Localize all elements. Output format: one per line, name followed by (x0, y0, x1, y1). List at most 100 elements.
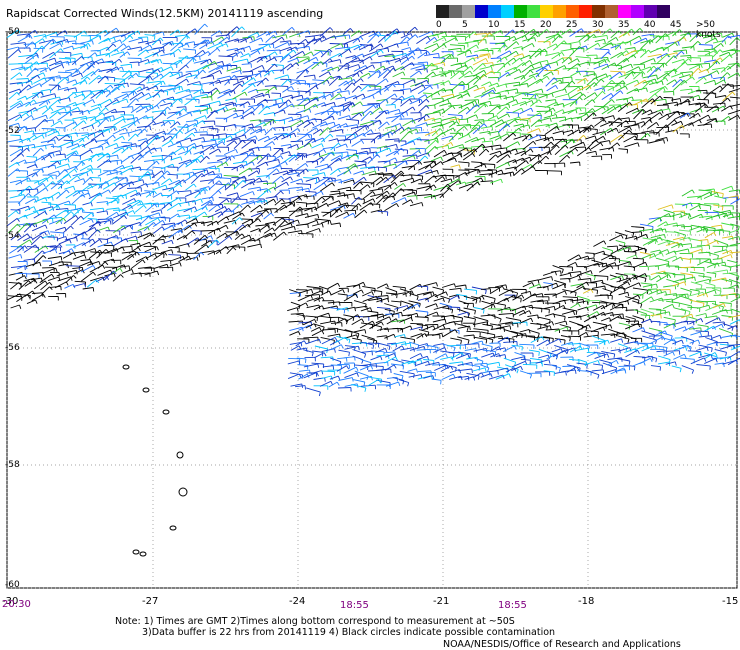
wind-barb (223, 112, 237, 120)
wind-barb (200, 125, 213, 129)
wind-barb-tick (345, 143, 348, 148)
wind-barb-tick (163, 136, 166, 141)
wind-barb (106, 170, 122, 176)
wind-barb (496, 154, 508, 164)
wind-barb (169, 213, 179, 220)
wind-barb-tick (493, 87, 497, 92)
wind-barb-tick (614, 257, 617, 262)
wind-barb-tick (413, 141, 416, 146)
wind-barb (202, 165, 216, 171)
wind-barb (584, 99, 593, 107)
wind-barb (175, 55, 188, 66)
wind-barb-tick (469, 70, 473, 75)
wind-barb-tick (691, 76, 695, 81)
wind-barb-tick (57, 205, 61, 210)
wind-barb (296, 183, 311, 185)
wind-barb (439, 187, 450, 199)
wind-barb-tick (49, 154, 53, 159)
wind-barb (329, 192, 345, 196)
wind-barb (625, 107, 638, 115)
wind-barb-tick (105, 248, 110, 253)
wind-barb-tick (661, 252, 664, 257)
wind-barb (335, 211, 348, 218)
wind-barb (168, 246, 180, 249)
wind-barb (566, 261, 576, 267)
wind-barb (47, 170, 59, 175)
wind-barb (33, 77, 45, 84)
wind-barb-tick (257, 50, 261, 55)
wind-barb-tick (582, 93, 587, 98)
wind-barb (32, 105, 46, 112)
wind-barb-tick (256, 32, 260, 37)
wind-barb-tick (252, 139, 256, 144)
wind-barb-tick (483, 86, 486, 91)
wind-barb-tick (162, 99, 166, 104)
wind-barb (97, 170, 110, 177)
wind-barb (113, 238, 127, 247)
wind-barb (174, 34, 187, 37)
wind-barb (111, 51, 124, 56)
wind-barb (591, 259, 604, 264)
wind-barb-tick (281, 97, 284, 103)
wind-barb-tick (691, 189, 695, 194)
wind-barb (722, 91, 733, 102)
wind-barb (615, 239, 626, 244)
wind-barb (536, 93, 548, 95)
wind-barb (353, 170, 363, 175)
wind-barb-tick (659, 112, 663, 117)
wind-barb (96, 210, 107, 214)
wind-barb-tick (265, 210, 270, 214)
wind-barb (32, 209, 46, 212)
wind-barb-tick (611, 79, 616, 84)
wind-barb-tick (119, 39, 123, 44)
wind-barb-tick (380, 43, 384, 48)
wind-barb (175, 243, 189, 248)
wind-barb (216, 75, 231, 80)
wind-barb-tick (253, 77, 257, 82)
wind-barb-tick (31, 115, 34, 120)
wind-barb (130, 231, 142, 234)
wind-barb (528, 134, 540, 141)
wind-barb (240, 234, 250, 240)
wind-barb (98, 238, 108, 240)
wind-barb-tick (140, 145, 142, 150)
wind-barb-tick (236, 230, 240, 236)
wind-barb (671, 58, 684, 64)
wind-barb-tick (45, 115, 48, 120)
wind-barb (521, 93, 536, 96)
wind-barb-tick (619, 84, 622, 89)
wind-barb (265, 34, 274, 43)
wind-barb (560, 48, 573, 52)
wind-barb-tick (44, 231, 47, 236)
wind-barb-tick (259, 204, 263, 209)
wind-barb (88, 193, 100, 204)
wind-barb (154, 238, 164, 242)
wind-barb-tick (552, 107, 556, 112)
wind-barb (80, 259, 91, 262)
wind-barb-tick (348, 115, 352, 120)
wind-barb (553, 40, 565, 51)
wind-barb-tick (602, 90, 606, 95)
wind-barb-tick (352, 179, 355, 184)
wind-barb-tick (17, 168, 21, 172)
wind-barb (7, 114, 21, 122)
wind-barb (319, 166, 331, 171)
wind-barb (151, 155, 163, 157)
wind-barb (489, 119, 503, 127)
wind-barb (322, 115, 333, 122)
wind-barb (111, 215, 125, 225)
wind-barb-tick (173, 52, 176, 58)
wind-barb (577, 77, 586, 84)
wind-barb-tick (259, 177, 263, 182)
wind-barb (207, 110, 216, 119)
wind-barb-tick (638, 124, 640, 129)
wind-barb-tick (501, 169, 504, 174)
wind-barb-tick (407, 41, 409, 46)
wind-barb (305, 190, 317, 193)
wind-barb-tick (155, 85, 159, 90)
wind-barb-tick (359, 112, 363, 117)
wind-barb (81, 90, 91, 92)
wind-barb-tick (667, 249, 670, 254)
wind-barb-tick (700, 64, 703, 68)
wind-barb-tick (172, 96, 175, 102)
